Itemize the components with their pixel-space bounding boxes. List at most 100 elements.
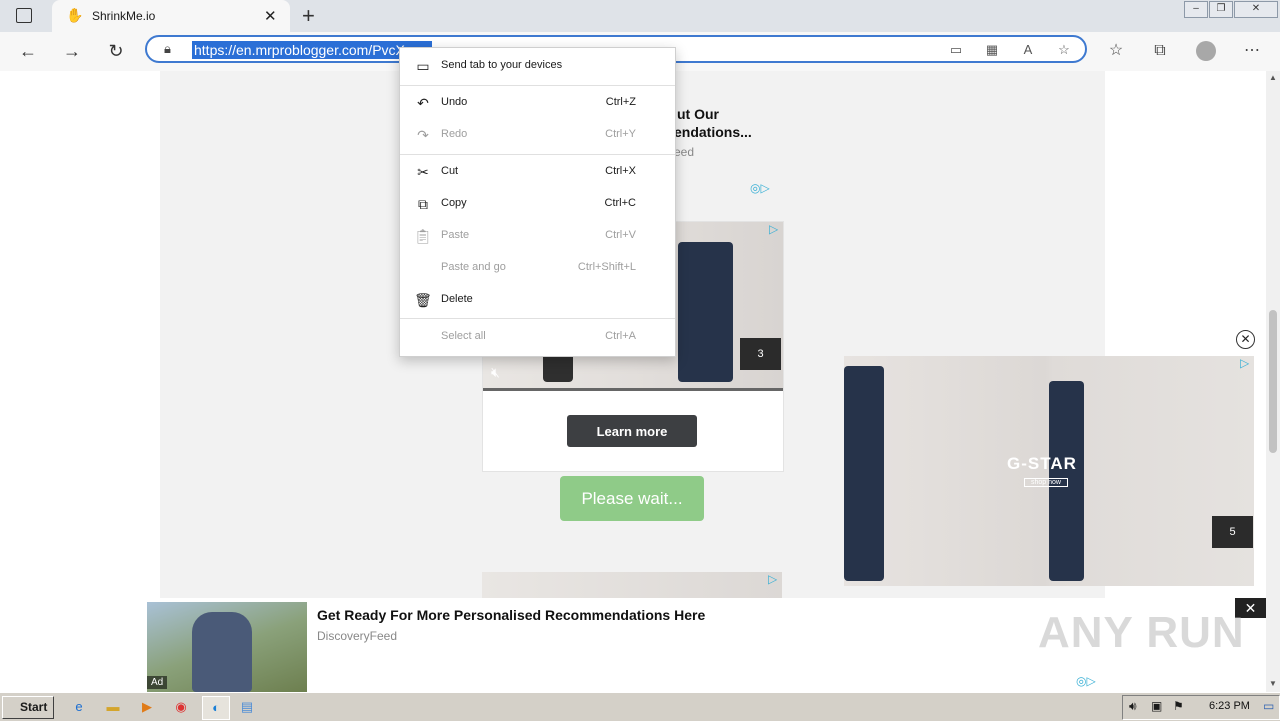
- minimize-button[interactable]: –: [1184, 1, 1208, 18]
- start-label: Start: [20, 700, 48, 714]
- system-tray: 🔊︎ ▣ ⚑ 6:23 PM ▭: [1122, 695, 1280, 720]
- apps-icon[interactable]: ▦: [981, 40, 1003, 60]
- restore-button[interactable]: ❐: [1209, 1, 1233, 18]
- ad-source: eed: [674, 145, 695, 159]
- menu-item-paste-and-go[interactable]: Paste and go Ctrl+Shift+L: [400, 252, 675, 284]
- send-to-devices-icon: ▭: [416, 58, 430, 74]
- ad-title-line2: endations...: [674, 124, 752, 140]
- menu-shortcut: Ctrl+X: [605, 165, 636, 177]
- back-icon[interactable]: ←: [16, 39, 40, 63]
- menu-divider: [400, 318, 675, 319]
- adchoices-icon[interactable]: ▷: [1240, 356, 1249, 370]
- more-options-icon[interactable]: ⋯: [1240, 39, 1264, 63]
- folder-icon[interactable]: ▬: [102, 696, 124, 718]
- network-icon[interactable]: ▣: [1151, 699, 1162, 713]
- menu-item-redo[interactable]: ↷ Redo Ctrl+Y: [400, 119, 675, 151]
- scroll-thumb[interactable]: [1269, 310, 1277, 453]
- title-bar: ✋ ShrinkMe.io ✕ + – ❐ ✕: [0, 0, 1280, 32]
- close-side-ad-icon[interactable]: ✕: [1236, 330, 1255, 349]
- menu-item-paste[interactable]: 📋︎ Paste Ctrl+V: [400, 220, 675, 252]
- menu-shortcut: Ctrl+V: [605, 229, 636, 241]
- undo-icon: ↶: [417, 95, 429, 111]
- menu-shortcut: Ctrl+A: [605, 330, 636, 342]
- favorites-icon[interactable]: ☆: [1104, 39, 1128, 63]
- clock: 6:23 PM: [1209, 700, 1250, 712]
- url-text[interactable]: https://en.mrproblogger.com/PvcX...: [192, 41, 432, 59]
- context-menu: ▭ Send tab to your devices ↶ Undo Ctrl+Z…: [399, 47, 676, 357]
- redo-icon: ↷: [417, 127, 429, 143]
- browser-tab[interactable]: ✋ ShrinkMe.io ✕: [52, 0, 290, 32]
- banner-source: DiscoveryFeed: [317, 629, 398, 643]
- new-tab-icon[interactable]: +: [302, 3, 315, 29]
- shop-now-label[interactable]: shop now: [1024, 478, 1068, 487]
- menu-label: Send tab to your devices: [441, 59, 563, 71]
- menu-item-select-all[interactable]: Select all Ctrl+A: [400, 321, 675, 353]
- taskbar: ⊞ Start e ▬ ▶ ◉ ◐ ▤ 🔊︎ ▣ ⚑ 6:23 PM ▭: [0, 692, 1280, 721]
- forward-icon[interactable]: →: [60, 39, 84, 63]
- trash-icon: 🗑︎: [414, 292, 432, 308]
- read-aloud-icon[interactable]: A: [1017, 40, 1039, 60]
- menu-shortcut: Ctrl+Shift+L: [577, 261, 636, 273]
- lock-icon[interactable]: 🔒︎: [164, 41, 171, 57]
- adchoices-icon[interactable]: ◎▷: [750, 181, 770, 195]
- menu-divider: [400, 154, 675, 155]
- volume-icon[interactable]: 🔊︎: [1129, 699, 1137, 714]
- media-player-icon[interactable]: ▶: [136, 696, 158, 718]
- profile-avatar[interactable]: [1196, 41, 1216, 61]
- menu-item-cut[interactable]: ✂ Cut Ctrl+X: [400, 156, 675, 188]
- menu-label: Copy: [441, 197, 467, 209]
- please-wait-button[interactable]: Please wait...: [560, 476, 704, 521]
- video-progress: [483, 388, 783, 391]
- learn-more-button[interactable]: Learn more: [567, 415, 697, 447]
- send-to-devices-icon[interactable]: ▭: [945, 40, 967, 60]
- side-video-ad[interactable]: ▷ G-STAR shop now 5: [844, 356, 1254, 586]
- add-favorite-icon[interactable]: ☆: [1053, 40, 1075, 60]
- model-figure: [678, 242, 733, 382]
- muted-icon[interactable]: 🔇︎: [491, 364, 500, 381]
- ad-countdown: 3: [740, 338, 781, 370]
- start-button[interactable]: ⊞ Start: [2, 696, 54, 719]
- banner-title[interactable]: Get Ready For More Personalised Recommen…: [317, 607, 705, 623]
- tab-title: ShrinkMe.io: [92, 9, 156, 23]
- ie-icon[interactable]: e: [68, 696, 90, 718]
- watermark: ANY RUN: [1038, 608, 1245, 657]
- menu-item-delete[interactable]: 🗑︎ Delete: [400, 284, 675, 316]
- ad-title-line1: ut Our: [677, 106, 719, 122]
- chrome-icon[interactable]: ◉: [170, 696, 192, 718]
- notepad-icon[interactable]: ▤: [236, 696, 258, 718]
- collections-icon[interactable]: ⧉: [1148, 39, 1172, 63]
- adchoices-icon[interactable]: ◎▷: [1076, 674, 1096, 688]
- edge-icon[interactable]: ◐: [202, 696, 230, 720]
- menu-label: Delete: [441, 293, 473, 305]
- menu-divider: [400, 85, 675, 86]
- ad-label: Ad: [147, 676, 168, 689]
- copy-icon: ⧉: [418, 196, 428, 212]
- menu-item-undo[interactable]: ↶ Undo Ctrl+Z: [400, 87, 675, 119]
- menu-label: Paste: [441, 229, 470, 241]
- menu-label: Cut: [441, 165, 459, 177]
- ad-countdown: 5: [1212, 516, 1253, 548]
- brand-logo: G-STAR: [1007, 454, 1077, 473]
- close-tab-icon[interactable]: ✕: [264, 7, 277, 25]
- refresh-icon[interactable]: ↻: [104, 39, 128, 63]
- menu-item-copy[interactable]: ⧉ Copy Ctrl+C: [400, 188, 675, 220]
- favicon-icon: ✋: [66, 7, 84, 23]
- tab-actions-icon[interactable]: [16, 8, 32, 23]
- menu-label: Redo: [441, 128, 468, 140]
- menu-shortcut: Ctrl+Y: [605, 128, 636, 140]
- show-desktop-icon[interactable]: ▭: [1263, 699, 1274, 713]
- adchoices-icon[interactable]: ▷: [769, 222, 778, 236]
- menu-shortcut: Ctrl+C: [604, 197, 636, 209]
- close-window-button[interactable]: ✕: [1234, 1, 1278, 18]
- scrollbar[interactable]: ▲ ▼: [1266, 71, 1280, 692]
- flag-icon[interactable]: ⚑: [1173, 699, 1184, 713]
- paste-icon: 📋︎: [414, 228, 432, 244]
- scroll-up-icon[interactable]: ▲: [1269, 73, 1277, 82]
- menu-item-send-tab[interactable]: ▭ Send tab to your devices: [400, 50, 675, 82]
- hiker-figure: [192, 612, 252, 692]
- menu-label: Paste and go: [441, 261, 506, 273]
- adchoices-icon[interactable]: ▷: [768, 572, 777, 586]
- menu-label: Select all: [441, 330, 486, 342]
- paste-go-icon: [414, 259, 432, 277]
- scroll-down-icon[interactable]: ▼: [1269, 679, 1277, 688]
